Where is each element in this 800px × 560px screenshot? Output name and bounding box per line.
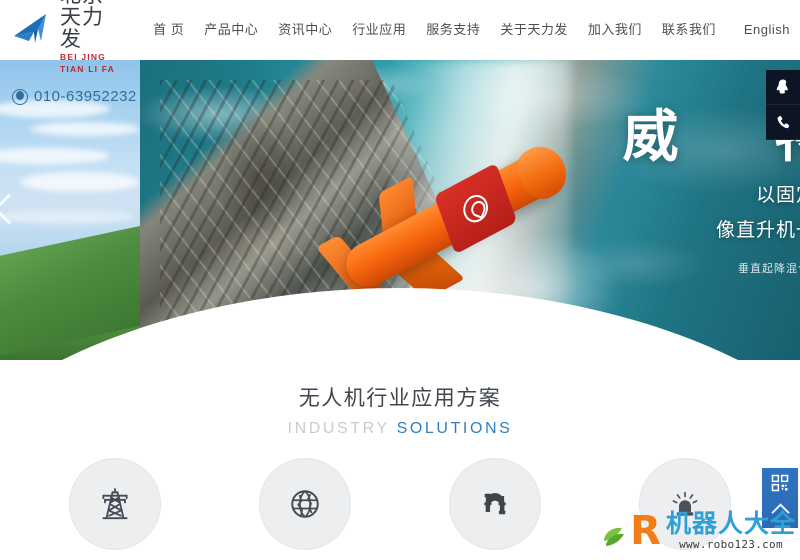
solution-mapping-circle <box>259 458 351 550</box>
leaf-icon <box>602 513 636 549</box>
clock-phone-icon <box>12 88 28 105</box>
watermark-brand: 机器人大全 <box>665 509 796 538</box>
phone-handset-icon <box>777 115 789 128</box>
floating-contact-buttons <box>766 70 800 140</box>
globe-icon <box>291 490 319 518</box>
nav-news[interactable]: 资讯中心 <box>268 0 342 60</box>
section-subtitle: INDUSTRY SOLUTIONS <box>0 420 800 438</box>
nav-about[interactable]: 关于天力发 <box>490 0 578 60</box>
section-subtitle-solutions: SOLUTIONS <box>396 420 513 437</box>
logo-text-cn: 北京天力发 <box>60 0 104 51</box>
solution-mapping[interactable] <box>259 458 351 550</box>
phone-number-text: 010-63952232 <box>34 88 137 105</box>
phone-call-button[interactable] <box>766 105 800 140</box>
solution-pipeline[interactable] <box>449 458 541 550</box>
hero-text-block: 威 特 以固定翼模式巡 像直升机一样垂直起 垂直起降混合翼无 <box>470 106 800 276</box>
solution-power-line-circle <box>69 458 161 550</box>
section-subtitle-industry: INDUSTRY <box>287 420 390 437</box>
solution-pipeline-circle <box>449 458 541 550</box>
header-phone-number: 010-63952232 <box>12 88 137 105</box>
solution-power-line[interactable] <box>69 458 161 550</box>
nav-industry[interactable]: 行业应用 <box>342 0 416 60</box>
site-header: 北京天力发 BEI JING TIAN LI FA 首 页 产品中心 资讯中心 … <box>0 0 800 74</box>
arrow-swoosh-logo-icon <box>14 14 46 43</box>
hero-banner: 威 特 以固定翼模式巡 像直升机一样垂直起 垂直起降混合翼无 010-63952… <box>0 60 800 360</box>
power-tower-icon <box>102 488 128 520</box>
hero-subtitle-1: 以固定翼模式巡 <box>755 184 800 206</box>
qq-penguin-icon <box>776 79 788 94</box>
main-navigation: 首 页 产品中心 资讯中心 行业应用 服务支持 关于天力发 加入我们 联系我们 … <box>143 0 800 60</box>
section-title: 无人机行业应用方案 <box>298 387 502 410</box>
pipeline-icon <box>484 493 506 515</box>
nav-contact[interactable]: 联系我们 <box>652 0 726 60</box>
nav-english[interactable]: English <box>726 0 800 60</box>
nav-support[interactable]: 服务支持 <box>416 0 490 60</box>
site-logo[interactable]: 北京天力发 BEI JING TIAN LI FA <box>12 0 117 74</box>
qr-code-icon <box>771 474 789 492</box>
qq-chat-button[interactable] <box>766 70 800 105</box>
site-watermark: R 机器人大全 www.robo123.com <box>602 504 796 558</box>
hero-caption: 垂直起降混合翼无 <box>738 262 800 275</box>
hero-title: 威 特 <box>622 105 800 168</box>
nav-home[interactable]: 首 页 <box>143 0 194 60</box>
nav-join[interactable]: 加入我们 <box>578 0 652 60</box>
logo-text-en: BEI JING TIAN LI FA <box>60 51 115 74</box>
watermark-url: www.robo123.com <box>679 538 783 552</box>
hero-subtitle-2: 像直升机一样垂直起 <box>715 219 800 241</box>
nav-products[interactable]: 产品中心 <box>194 0 268 60</box>
